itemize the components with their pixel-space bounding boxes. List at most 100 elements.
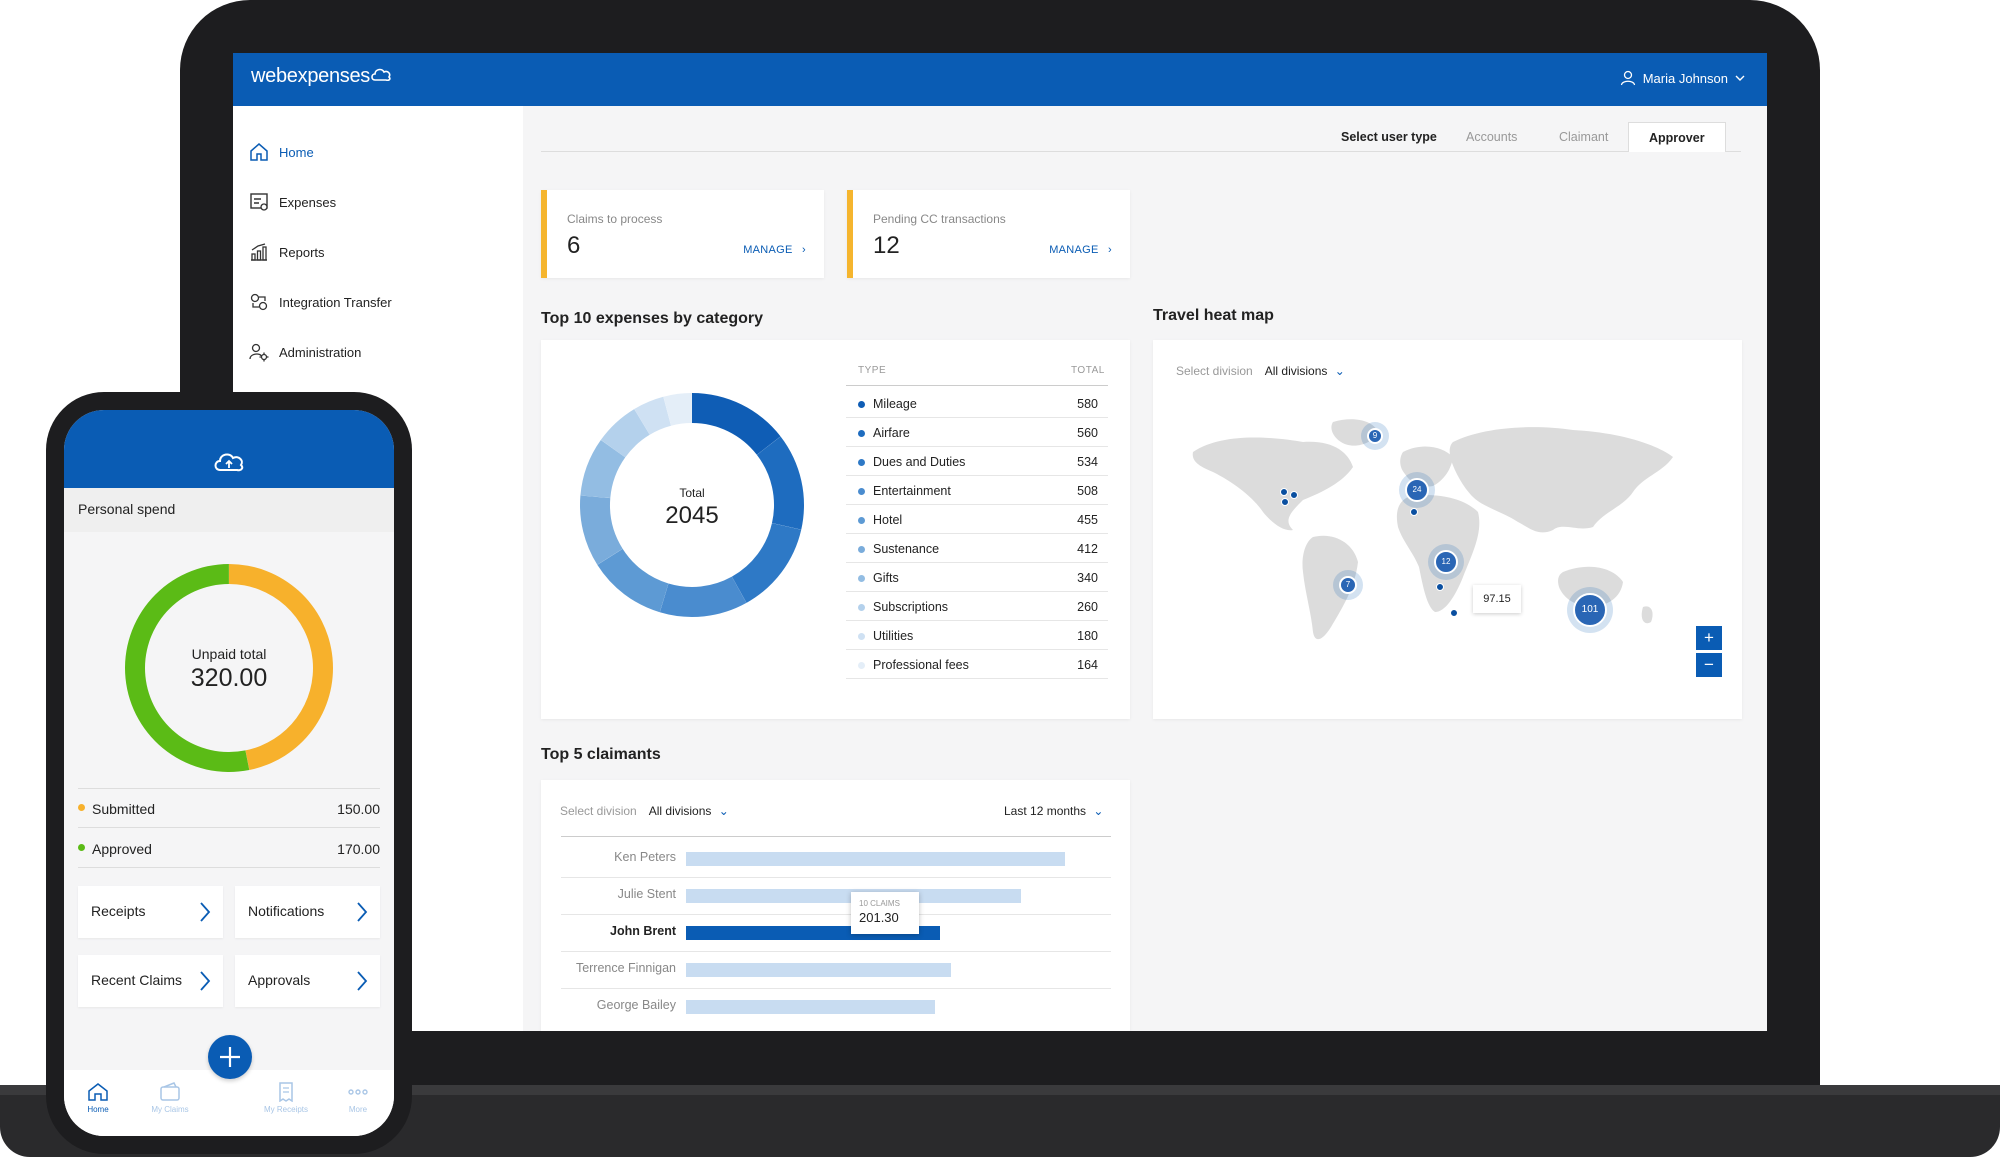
chevron-down-icon — [1735, 75, 1745, 81]
reports-icon — [251, 243, 267, 261]
wallet-icon — [160, 1082, 180, 1101]
administration-icon — [249, 343, 269, 362]
tab-approver[interactable]: Approver — [1628, 122, 1726, 152]
cloud-logo-icon — [371, 68, 391, 81]
recent-claims-tile[interactable]: Recent Claims — [78, 955, 223, 1007]
phone-divider — [78, 788, 380, 789]
zoom-in-button[interactable]: + — [1696, 626, 1722, 650]
user-name: Maria Johnson — [1642, 70, 1728, 86]
chevron-right-icon — [357, 971, 368, 991]
table-row: Hotel 455 — [846, 505, 1108, 534]
tab-more[interactable]: More — [328, 1082, 388, 1114]
map-cluster-marker[interactable]: 12 — [1434, 550, 1458, 574]
map-point — [1410, 508, 1418, 516]
manage-cc-link[interactable]: MANAGE › — [1049, 244, 1112, 256]
submitted-line: Submitted 150.00 — [78, 790, 380, 828]
tab-accounts[interactable]: Accounts — [1466, 122, 1517, 152]
row-total: 534 — [1077, 455, 1098, 469]
claimant-name: Julie Stent — [617, 887, 676, 901]
table-row: Dues and Duties 534 — [846, 447, 1108, 476]
sidebar-item-label: Reports — [279, 244, 325, 260]
row-divider — [561, 988, 1111, 989]
mobile-title-bar: Personal spend — [64, 488, 394, 532]
table-row: Professional fees 164 — [846, 650, 1108, 679]
tab-my-receipts[interactable]: My Receipts — [256, 1082, 316, 1114]
claimants-divider — [561, 836, 1111, 837]
world-map — [1192, 419, 1673, 640]
legend-dot — [858, 459, 865, 466]
sidebar-item-expenses[interactable]: Expenses — [249, 192, 336, 212]
row-total: 412 — [1077, 542, 1098, 556]
receipts-tile[interactable]: Receipts — [78, 886, 223, 938]
map-point — [1436, 583, 1444, 591]
notifications-tile[interactable]: Notifications — [235, 886, 380, 938]
claimants-division-select[interactable]: Select division All divisions ⌄ — [560, 804, 729, 818]
chevron-right-icon — [200, 971, 211, 991]
row-divider — [561, 877, 1111, 878]
legend-dot — [858, 604, 865, 611]
tab-claimant[interactable]: Claimant — [1559, 122, 1608, 152]
user-type-selector: Select user type Accounts Claimant Appro… — [541, 122, 1741, 152]
donut-total-value: 2045 — [665, 502, 719, 529]
legend-dot — [858, 575, 865, 582]
heatmap-division-select[interactable]: Select division All divisions ⌄ — [1176, 364, 1345, 378]
claims-to-process-card: Claims to process 6 MANAGE › — [541, 190, 824, 278]
claimant-name: George Bailey — [596, 998, 676, 1012]
chevron-right-icon — [200, 902, 211, 922]
receipt-icon — [279, 1082, 293, 1102]
sidebar-item-reports[interactable]: Reports — [249, 242, 325, 262]
table-row: Entertainment 508 — [846, 476, 1108, 505]
expenses-card: Total 2045 TYPE TOTAL Mileage 580 Airfar… — [541, 340, 1130, 719]
heatmap-title: Travel heat map — [1153, 307, 1274, 324]
row-type: Airfare — [873, 426, 910, 440]
claimant-bar[interactable] — [686, 963, 952, 977]
sidebar-item-home[interactable]: Home — [249, 142, 314, 162]
claimant-name: Terrence Finnigan — [575, 961, 676, 975]
row-divider — [561, 914, 1111, 915]
claimant-bar[interactable] — [686, 1000, 935, 1014]
home-icon — [250, 143, 268, 161]
map-cluster-marker[interactable]: 101 — [1573, 593, 1607, 627]
user-menu[interactable]: Maria Johnson — [1620, 70, 1745, 86]
approvals-tile[interactable]: Approvals — [235, 955, 380, 1007]
expenses-title: Top 10 expenses by category — [541, 310, 764, 327]
map-cluster-marker[interactable]: 9 — [1367, 428, 1383, 444]
row-total: 180 — [1077, 629, 1098, 643]
legend-dot — [858, 430, 865, 437]
sidebar-item-label: Home — [279, 144, 314, 160]
phone-frame: Personal spend Unpaid total 320.00 Submi… — [46, 392, 412, 1154]
sidebar-item-integration-transfer[interactable]: Integration Transfer — [249, 292, 392, 312]
claimants-period-select[interactable]: Last 12 months ⌄ — [1004, 804, 1103, 818]
dashboard-main: Select user type Accounts Claimant Appro… — [523, 106, 1767, 1031]
pending-cc-card: Pending CC transactions 12 MANAGE › — [847, 190, 1130, 278]
user-type-label: Select user type — [1341, 130, 1437, 144]
row-type: Professional fees — [873, 658, 969, 672]
claimant-bar[interactable] — [686, 852, 1065, 866]
row-type: Mileage — [873, 397, 917, 411]
donut-slice-hotel — [597, 548, 669, 613]
line-value: 170.00 — [337, 841, 380, 857]
column-header-type: TYPE — [858, 365, 887, 376]
sidebar-item-label: Integration Transfer — [279, 294, 392, 310]
add-button[interactable] — [208, 1035, 252, 1079]
manage-claims-link[interactable]: MANAGE › — [743, 244, 806, 256]
map-callout: 97.15 — [1473, 585, 1521, 613]
submitted-dot — [78, 804, 85, 811]
logo[interactable]: webexpenses — [251, 65, 370, 88]
row-type: Entertainment — [873, 484, 951, 498]
sidebar-item-administration[interactable]: Administration — [249, 342, 361, 362]
sidebar-item-label: Expenses — [279, 194, 337, 210]
table-row: Utilities 180 — [846, 621, 1108, 650]
mobile-tab-bar: Home My Claims My Receipts More — [64, 1070, 394, 1136]
stat-value: 12 — [873, 232, 900, 259]
chevron-right-icon — [357, 902, 368, 922]
map-cluster-marker[interactable]: 7 — [1339, 576, 1357, 594]
donut-slice-dues-and-duties — [731, 523, 802, 603]
zoom-out-button[interactable]: − — [1696, 653, 1722, 677]
row-type: Utilities — [873, 629, 914, 643]
donut-slice-mileage — [692, 393, 781, 455]
tab-my-claims[interactable]: My Claims — [140, 1082, 200, 1114]
map-cluster-marker[interactable]: 24 — [1405, 478, 1429, 502]
top-bar: webexpenses Maria Johnson — [233, 53, 1767, 106]
tab-home[interactable]: Home — [68, 1082, 128, 1114]
